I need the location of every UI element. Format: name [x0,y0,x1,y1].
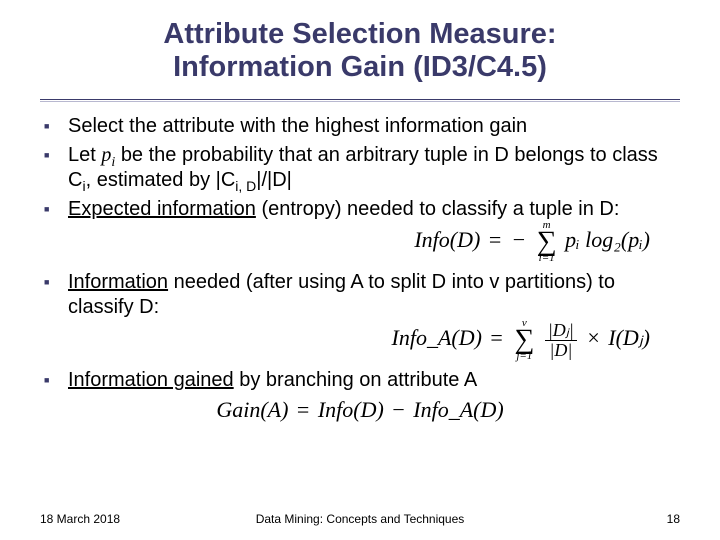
bullet-list-2: Information needed (after using A to spl… [40,270,680,320]
bullet-5: Information gained by branching on attri… [40,368,680,393]
sigma-icon: m ∑ i=1 [537,220,557,264]
bullet-3: Expected information (entropy) needed to… [40,197,680,222]
bullet-1: Select the attribute with the highest in… [40,114,680,139]
footer-center: Data Mining: Concepts and Techniques [0,512,720,526]
title-line2: Information Gain (ID3/C4.5) [173,51,547,83]
slide: Attribute Selection Measure: Information… [0,0,720,540]
formula-info: Info(D) = − m ∑ i=1 pᵢ log₂(pᵢ) [40,220,680,264]
title-block: Attribute Selection Measure: Information… [0,0,720,93]
content-area: Select the attribute with the highest in… [0,114,720,424]
bullet-2: Let pi be the probability that an arbitr… [40,143,680,193]
slide-title: Attribute Selection Measure: Information… [40,18,680,85]
bullet-list-3: Information gained by branching on attri… [40,368,680,393]
formula-infoA: Info_A(D) = v ∑ j=1 |Dⱼ| |D| × I(Dⱼ) [40,318,680,362]
bullet-list: Select the attribute with the highest in… [40,114,680,222]
title-underline [40,99,680,100]
title-line1: Attribute Selection Measure: [163,18,556,50]
footer: 18 March 2018 Data Mining: Concepts and … [0,512,720,526]
sigma-icon-2: v ∑ j=1 [514,318,534,362]
formula-gain: Gain(A) = Info(D) − Info_A(D) [40,397,680,423]
bullet-4: Information needed (after using A to spl… [40,270,680,320]
